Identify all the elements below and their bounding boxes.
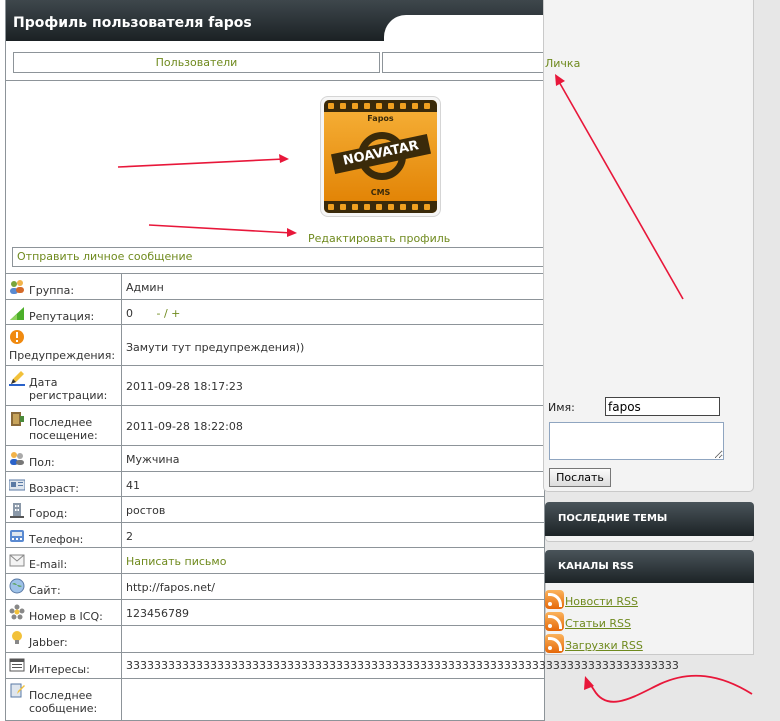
table-row: Сайт: http://fapos.net/ <box>5 573 545 600</box>
row-label-cell: Город: <box>5 497 122 522</box>
interests-label: Интересы: <box>29 663 90 676</box>
email-label: E-mail: <box>29 558 68 571</box>
rss-icon <box>545 590 564 609</box>
row-label-cell: E-mail: <box>5 548 122 573</box>
last-message-value <box>125 679 126 721</box>
table-row: Дата регистрации: 2011-09-28 18:17:23 <box>5 365 545 406</box>
phone-label: Телефон: <box>29 533 84 546</box>
edit-doc-icon <box>10 683 25 698</box>
last-message-label: Последнее сообщение: <box>29 689 98 715</box>
row-label-cell: Дата регистрации: <box>5 366 122 405</box>
gender-label: Пол: <box>29 456 55 469</box>
avatar-brand: Fapos <box>367 114 394 123</box>
table-row: Телефон: 2 <box>5 522 545 548</box>
globe-icon <box>9 578 25 594</box>
row-label-cell: Сайт: <box>5 574 122 599</box>
gender-icon <box>10 452 24 465</box>
row-label-cell: Последнее посещение: <box>5 406 122 445</box>
table-row: Город: ростов <box>5 496 545 523</box>
site-label: Сайт: <box>29 584 61 597</box>
last-visit-label: Последнее посещение: <box>29 416 98 442</box>
table-row: Репутация: 0 - / + <box>5 299 545 325</box>
row-label-cell: Jabber: <box>5 626 122 652</box>
name-input[interactable] <box>605 397 720 416</box>
warnings-label: Предупреждения: <box>9 349 116 362</box>
nav-users-link[interactable]: Пользователи <box>156 56 238 69</box>
header-notch <box>384 15 554 41</box>
city-label: Город: <box>29 507 68 520</box>
nav-users-cell[interactable]: Пользователи <box>13 52 380 73</box>
icq-label: Номер в ICQ: <box>29 610 103 623</box>
rss-downloads-link[interactable]: Загрузки RSS <box>565 639 643 652</box>
users-icon <box>10 280 24 294</box>
row-label-cell: Группа: <box>5 274 122 299</box>
page-title: Профиль пользователя fapos <box>13 15 252 31</box>
registration-date-label: Дата регистрации: <box>29 376 108 402</box>
chat-message-input[interactable] <box>549 422 724 460</box>
id-card-icon <box>9 479 25 491</box>
latest-topics-title: ПОСЛЕДНИЕ ТЕМЫ <box>558 513 668 524</box>
window-icon <box>9 658 25 672</box>
table-row: Номер в ICQ: 123456789 <box>5 599 545 626</box>
table-row: Последнее сообщение: <box>5 678 545 721</box>
row-label-cell: Телефон: <box>5 523 122 547</box>
avatar: Fapos NOAVATAR CMS <box>320 96 441 217</box>
rss-icon <box>545 612 564 631</box>
rss-title: КАНАЛЫ RSS <box>558 561 634 572</box>
group-label: Группа: <box>29 284 75 297</box>
row-label-cell: Пол: <box>5 446 122 471</box>
row-label-cell: Последнее сообщение: <box>5 679 122 721</box>
nav-divider <box>6 80 546 81</box>
film-strip-bottom <box>324 201 437 213</box>
row-label-cell: Предупреждения: <box>5 325 122 365</box>
interests-overflow-text: 3333333333333333333333333333333333333333… <box>126 659 679 672</box>
table-row: Группа: Админ <box>5 273 545 300</box>
row-label-cell: Репутация: <box>5 300 122 324</box>
table-row: Возраст: 41 <box>5 471 545 497</box>
send-pm-row: Отправить личное сообщение <box>12 247 552 267</box>
send-button[interactable]: Послать <box>549 468 611 487</box>
latest-topics-header: ПОСЛЕДНИЕ ТЕМЫ <box>545 502 754 536</box>
rss-header: КАНАЛЫ RSS <box>545 550 754 583</box>
table-row: Предупреждения: Замути тут предупреждени… <box>5 324 545 366</box>
rss-icon <box>545 634 564 653</box>
edit-profile-link[interactable]: Редактировать профиль <box>308 232 450 245</box>
icq-flower-icon <box>9 604 25 620</box>
table-row: Пол: Мужчина <box>5 445 545 472</box>
rss-articles-link[interactable]: Статьи RSS <box>565 617 631 630</box>
signal-icon <box>10 307 24 320</box>
table-row: Последнее посещение: 2011-09-28 18:22:08 <box>5 405 545 446</box>
email-icon <box>9 554 25 567</box>
table-row: Jabber: <box>5 625 545 653</box>
table-row: E-mail: Написать письмо <box>5 547 545 574</box>
name-label: Имя: <box>548 401 575 414</box>
age-label: Возраст: <box>29 482 80 495</box>
write-email-link[interactable]: Написать письмо <box>126 555 226 568</box>
row-label-cell: Возраст: <box>5 472 122 496</box>
latest-topics-body <box>545 536 754 542</box>
chat-panel <box>543 0 754 492</box>
lichka-link[interactable]: Личка <box>545 57 580 70</box>
profile-nav: Пользователи <box>6 48 552 78</box>
reputation-label: Репутация: <box>29 310 95 323</box>
bulb-icon <box>12 631 22 644</box>
jabber-label: Jabber: <box>29 636 68 649</box>
pencil-icon <box>9 371 25 386</box>
phone-icon <box>10 530 24 542</box>
send-pm-link[interactable]: Отправить личное сообщение <box>17 250 192 263</box>
film-strip-top <box>324 100 437 112</box>
reputation-vote-links[interactable]: - / + <box>157 307 181 320</box>
reputation-value: 0 <box>126 307 133 320</box>
building-icon <box>10 503 24 518</box>
avatar-cms: CMS <box>370 188 391 197</box>
rss-news-link[interactable]: Новости RSS <box>565 595 638 608</box>
profile-header: Профиль пользователя fapos <box>6 0 554 41</box>
row-label-cell: Интересы: <box>5 653 122 678</box>
door-icon <box>11 412 24 426</box>
row-label-cell: Номер в ICQ: <box>5 600 122 625</box>
nav-pm-cell[interactable] <box>382 52 552 73</box>
avatar-image: Fapos NOAVATAR CMS <box>324 100 437 213</box>
warning-icon <box>10 330 24 344</box>
